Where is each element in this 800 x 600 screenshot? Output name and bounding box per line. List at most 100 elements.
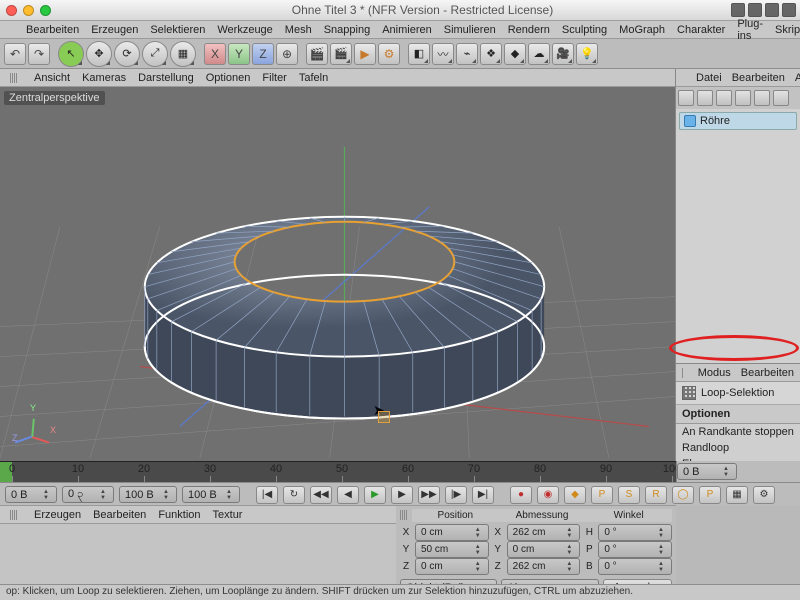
viewport-nav-4[interactable] [782,3,796,17]
scale-tool-button[interactable]: ⤢ [142,41,168,67]
ang-p-field[interactable]: 0 °▲▼ [598,541,672,558]
matmenu-bearbeiten[interactable]: Bearbeiten [93,509,146,521]
timeline-end-field[interactable]: 0 B▲▼ [677,463,737,480]
menu-snapping[interactable]: Snapping [324,24,371,36]
render-settings-button[interactable]: ⚙ [378,43,400,65]
move-tool-button[interactable]: ✥ [86,41,112,67]
object-manager-list[interactable]: Röhre [676,109,800,364]
current-frame-field[interactable]: 0 ၃▲▼ [62,486,114,503]
matmenu-erzeugen[interactable]: Erzeugen [34,509,81,521]
axis-x-toggle[interactable]: X [204,43,226,65]
size-y-field[interactable]: 0 cm▲▼ [507,541,581,558]
matmenu-funktion[interactable]: Funktion [158,509,200,521]
menu-rendern[interactable]: Rendern [508,24,550,36]
objmenu-ansicht[interactable]: A [795,72,800,84]
pos-x-field[interactable]: 0 cm▲▼ [415,524,489,541]
step-fwd-button[interactable]: ▶ [391,486,413,504]
keyframe-sel-button[interactable]: ◆ [564,486,586,504]
attr-tab-modus[interactable]: Modus [698,367,731,379]
undo-button[interactable]: ↶ [4,43,26,65]
add-generator-button[interactable]: ❖ [480,43,502,65]
timeline-opt-button[interactable]: ▦ [726,486,748,504]
menu-mograph[interactable]: MoGraph [619,24,665,36]
objmenu-bearbeiten[interactable]: Bearbeiten [732,72,785,84]
obj-tool-5[interactable] [754,90,770,106]
add-environment-button[interactable]: ☁ [528,43,550,65]
menu-erzeugen[interactable]: Erzeugen [91,24,138,36]
viewmenu-filter[interactable]: Filter [262,72,286,84]
obj-tool-3[interactable] [716,90,732,106]
viewport-nav-3[interactable] [765,3,779,17]
next-key-button[interactable]: |▶ [445,486,467,504]
autokey-button[interactable]: ◉ [537,486,559,504]
zoom-window-button[interactable] [40,5,51,16]
add-primitive-button[interactable]: ◧ [408,43,430,65]
viewport-nav-2[interactable] [748,3,762,17]
menu-animieren[interactable]: Animieren [382,24,432,36]
play-button[interactable]: ▶ [364,486,386,504]
range-end-field[interactable]: 100 B▲▼ [119,486,177,503]
menu-charakter[interactable]: Charakter [677,24,725,36]
viewmenu-kameras[interactable]: Kameras [82,72,126,84]
add-deformer-button[interactable]: ◆ [504,43,526,65]
pos-z-field[interactable]: 0 cm▲▼ [415,558,489,575]
tube-object[interactable] [0,87,675,458]
live-select-button[interactable]: ↖ [58,41,84,67]
axis-y-toggle[interactable]: Y [228,43,250,65]
viewmenu-optionen[interactable]: Optionen [206,72,251,84]
coord-system-button[interactable]: ⊕ [276,43,298,65]
step-back-button[interactable]: ◀ [337,486,359,504]
obj-tool-1[interactable] [678,90,694,106]
goto-start-button[interactable]: |◀ [256,486,278,504]
object-row-roehre[interactable]: Röhre [679,112,797,130]
minimize-window-button[interactable] [23,5,34,16]
viewmenu-tafeln[interactable]: Tafeln [299,72,328,84]
menu-werkzeuge[interactable]: Werkzeuge [217,24,272,36]
range-start-field[interactable]: 0 B▲▼ [5,486,57,503]
size-x-field[interactable]: 262 cm▲▼ [507,524,581,541]
record-button[interactable]: ● [510,486,532,504]
prev-frame-button[interactable]: ◀◀ [310,486,332,504]
key-scale-button[interactable]: S [618,486,640,504]
add-light-button[interactable]: 💡 [576,43,598,65]
next-frame-button[interactable]: ▶▶ [418,486,440,504]
key-rot-button[interactable]: R [645,486,667,504]
menu-bearbeiten[interactable]: Bearbeiten [26,24,79,36]
render-region-button[interactable]: 🎬 [330,43,352,65]
objmenu-datei[interactable]: Datei [696,72,722,84]
menu-mesh[interactable]: Mesh [285,24,312,36]
axis-z-toggle[interactable]: Z [252,43,274,65]
obj-tool-2[interactable] [697,90,713,106]
lasso-tool-button[interactable]: ▦ [170,41,196,67]
size-z-field[interactable]: 262 cm▲▼ [507,558,581,575]
menu-plugins[interactable]: Plug-ins [737,18,763,42]
obj-tool-6[interactable] [773,90,789,106]
render-view-button[interactable]: 🎬 [306,43,328,65]
menu-sculpting[interactable]: Sculpting [562,24,607,36]
key-param-button[interactable]: ◯ [672,486,694,504]
close-window-button[interactable] [6,5,17,16]
viewmenu-ansicht[interactable]: Ansicht [34,72,70,84]
prev-key-button[interactable]: ↻ [283,486,305,504]
rotate-tool-button[interactable]: ⟳ [114,41,140,67]
add-camera-button[interactable]: 🎥 [552,43,574,65]
matmenu-textur[interactable]: Textur [213,509,243,521]
timeline-ruler[interactable]: 0102030405060708090100 [0,461,676,482]
obj-tool-4[interactable] [735,90,751,106]
menu-skript[interactable]: Skript [775,24,800,36]
add-spline-button[interactable]: 〰 [432,43,454,65]
key-pla-button[interactable]: P [699,486,721,504]
project-end-field[interactable]: 100 B▲▼ [182,486,240,503]
ang-b-field[interactable]: 0 °▲▼ [598,558,672,575]
pos-y-field[interactable]: 50 cm▲▼ [415,541,489,558]
viewport-3d[interactable]: Zentralperspektive [0,87,675,461]
key-pos-button[interactable]: P [591,486,613,504]
material-manager[interactable] [0,524,396,584]
viewport-nav-1[interactable] [731,3,745,17]
attr-tab-bearbeiten[interactable]: Bearbeiten [741,367,794,379]
add-nurbs-button[interactable]: ⌁ [456,43,478,65]
goto-end-button[interactable]: ▶| [472,486,494,504]
menu-simulieren[interactable]: Simulieren [444,24,496,36]
ang-h-field[interactable]: 0 °▲▼ [598,524,672,541]
render-pv-button[interactable]: ▶ [354,43,376,65]
